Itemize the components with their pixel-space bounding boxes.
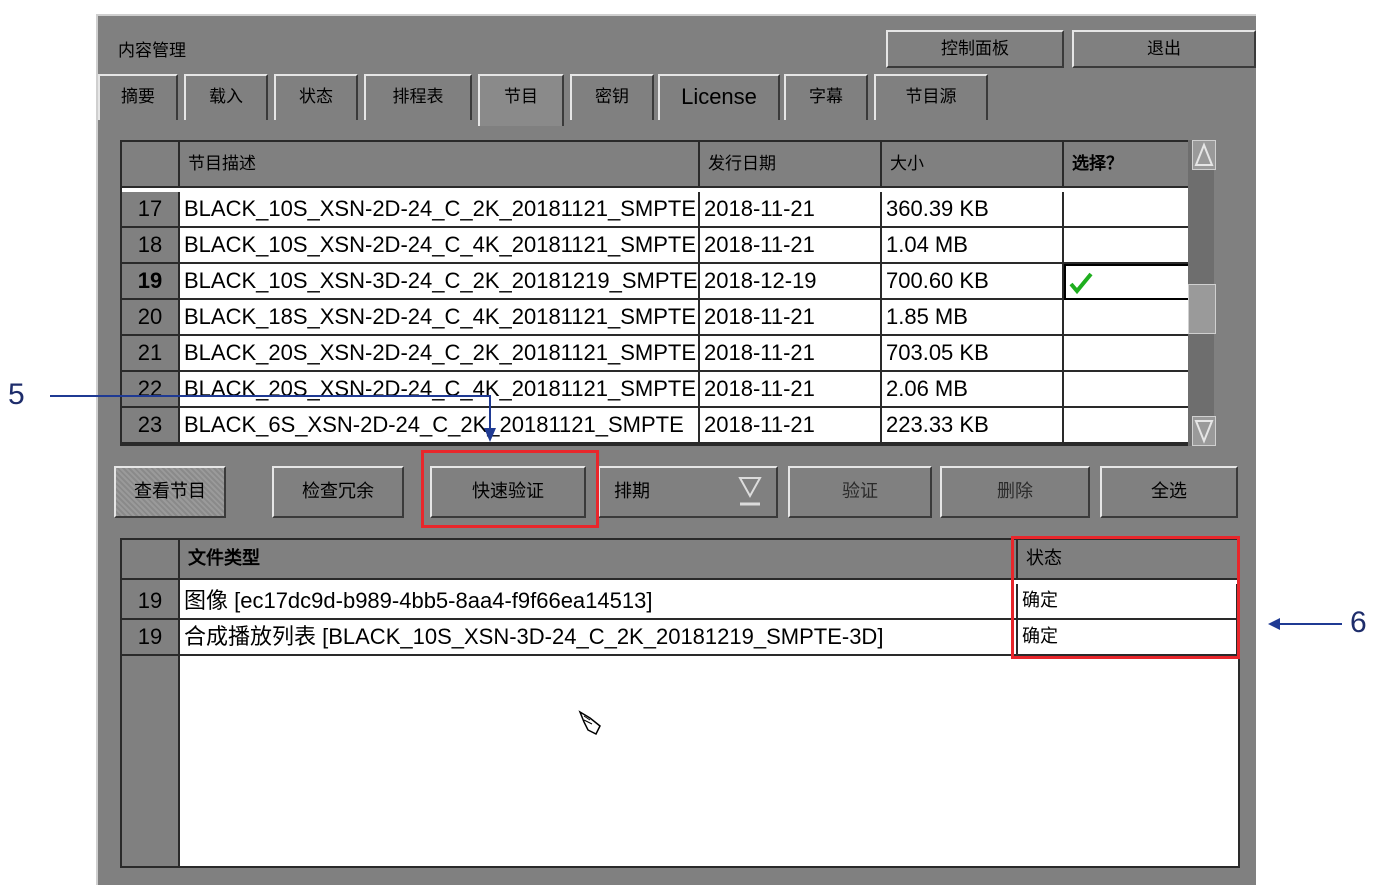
row-release-date: 2018-11-21 xyxy=(700,408,882,444)
scroll-down-button[interactable] xyxy=(1192,416,1216,446)
column-header-file-type[interactable]: 文件类型 xyxy=(180,540,1018,580)
row-size: 360.39 KB xyxy=(882,192,1064,228)
check-redundancy-button[interactable]: 检查冗余 xyxy=(272,466,404,518)
dropdown-arrow-icon xyxy=(738,477,762,506)
row-release-date: 2018-11-21 xyxy=(700,228,882,264)
row-size: 1.04 MB xyxy=(882,228,1064,264)
row-file-type: 图像 [ec17dc9d-b989-4bb5-8aa4-f9f66ea14513… xyxy=(180,584,1018,620)
table-row[interactable]: 17 BLACK_10S_XSN-2D-24_C_2K_20181121_SMP… xyxy=(122,192,1212,228)
tab-status[interactable]: 状态 xyxy=(274,74,358,120)
tab-load[interactable]: 载入 xyxy=(184,74,268,120)
row-description: BLACK_10S_XSN-2D-24_C_2K_20181121_SMPTE xyxy=(180,192,700,228)
row-description: BLACK_10S_XSN-2D-24_C_4K_20181121_SMPTE xyxy=(180,228,700,264)
row-number: 19 xyxy=(122,264,180,300)
row-number: 18 xyxy=(122,228,180,264)
select-all-button[interactable]: 全选 xyxy=(1100,466,1238,518)
callout-label-5: 5 xyxy=(8,378,25,411)
row-release-date: 2018-12-19 xyxy=(700,264,882,300)
table-row[interactable]: 18 BLACK_10S_XSN-2D-24_C_4K_20181121_SMP… xyxy=(122,228,1212,264)
row-size: 1.85 MB xyxy=(882,300,1064,336)
callout-arrow-5 xyxy=(50,395,496,442)
window-title: 内容管理 xyxy=(118,41,186,61)
control-panel-button[interactable]: 控制面板 xyxy=(886,30,1064,68)
tab-license[interactable]: License xyxy=(658,74,780,120)
triangle-down-icon xyxy=(1194,420,1214,444)
verify-button[interactable]: 验证 xyxy=(788,466,932,518)
row-release-date: 2018-11-21 xyxy=(700,372,882,408)
schedule-dropdown[interactable]: 排期 xyxy=(598,466,778,518)
scrollbar-thumb[interactable] xyxy=(1188,284,1216,334)
table-row[interactable]: 19 BLACK_10S_XSN-3D-24_C_2K_20181219_SMP… xyxy=(122,264,1212,300)
row-number: 20 xyxy=(122,300,180,336)
tab-summary[interactable]: 摘要 xyxy=(98,74,178,120)
tab-bar: 摘要 载入 状态 排程表 节目 密钥 License 字幕 节目源 xyxy=(98,74,1258,126)
row-size: 2.06 MB xyxy=(882,372,1064,408)
checkmark-icon xyxy=(1069,272,1093,295)
row-number: 19 xyxy=(122,620,180,656)
column-header-release-date[interactable]: 发行日期 xyxy=(700,142,882,188)
row-description: BLACK_18S_XSN-2D-24_C_4K_20181121_SMPTE xyxy=(180,300,700,336)
row-description: BLACK_20S_XSN-2D-24_C_2K_20181121_SMPTE xyxy=(180,336,700,372)
exit-button[interactable]: 退出 xyxy=(1072,30,1256,68)
delete-button[interactable]: 删除 xyxy=(940,466,1090,518)
program-table-num-header xyxy=(122,142,180,188)
triangle-up-icon xyxy=(1194,142,1214,166)
column-header-description[interactable]: 节目描述 xyxy=(180,142,700,188)
row-number: 17 xyxy=(122,192,180,228)
row-number: 19 xyxy=(122,584,180,620)
scroll-up-button[interactable] xyxy=(1192,140,1216,170)
row-size: 223.33 KB xyxy=(882,408,1064,444)
table-row[interactable]: 21 BLACK_20S_XSN-2D-24_C_2K_20181121_SMP… xyxy=(122,336,1212,372)
row-size: 703.05 KB xyxy=(882,336,1064,372)
view-program-button[interactable]: 查看节目 xyxy=(114,466,226,518)
row-release-date: 2018-11-21 xyxy=(700,300,882,336)
row-description: BLACK_10S_XSN-3D-24_C_2K_20181219_SMPTE xyxy=(180,264,700,300)
tab-schedule[interactable]: 排程表 xyxy=(364,74,472,120)
tab-subtitle[interactable]: 字幕 xyxy=(784,74,868,120)
file-table-num-header xyxy=(122,540,180,580)
table-row[interactable]: 20 BLACK_18S_XSN-2D-24_C_4K_20181121_SMP… xyxy=(122,300,1212,336)
highlight-quick-verify xyxy=(421,450,599,528)
tab-program[interactable]: 节目 xyxy=(478,74,564,126)
schedule-label: 排期 xyxy=(614,481,650,502)
row-size: 700.60 KB xyxy=(882,264,1064,300)
highlight-status-column xyxy=(1011,536,1240,659)
callout-arrow-6 xyxy=(1268,618,1342,630)
tab-program-source[interactable]: 节目源 xyxy=(874,74,988,120)
hand-pointer-cursor-icon xyxy=(578,710,601,736)
column-header-size[interactable]: 大小 xyxy=(882,142,1064,188)
row-file-type: 合成播放列表 [BLACK_10S_XSN-3D-24_C_2K_2018121… xyxy=(180,620,1018,656)
callout-label-6: 6 xyxy=(1350,606,1367,639)
row-release-date: 2018-11-21 xyxy=(700,192,882,228)
tab-key[interactable]: 密钥 xyxy=(570,74,654,120)
row-number: 21 xyxy=(122,336,180,372)
row-release-date: 2018-11-21 xyxy=(700,336,882,372)
